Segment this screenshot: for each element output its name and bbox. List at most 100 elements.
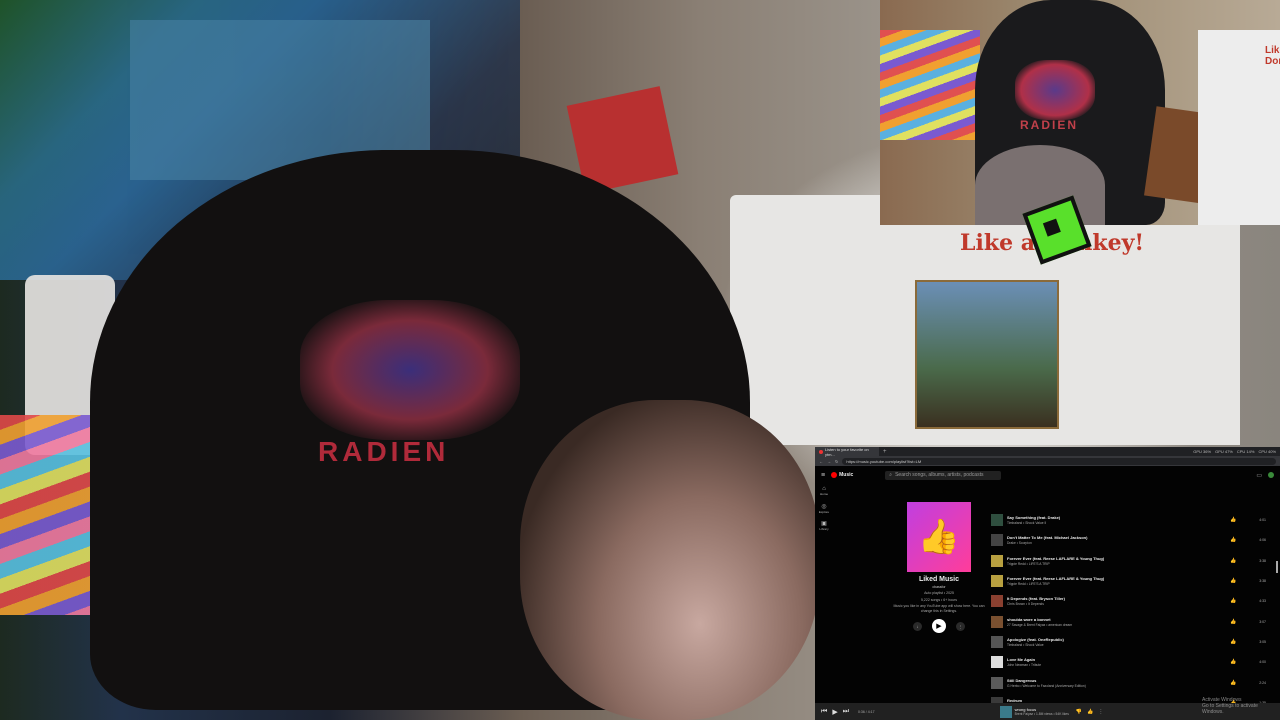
hoodie-logo <box>300 300 520 440</box>
like-icon[interactable]: 👍 <box>1230 517 1242 523</box>
ytm-header: ≡ Music ⌕ Search songs, albums, artists,… <box>815 466 1280 484</box>
sidebar-item-library[interactable]: ▣ Library <box>815 520 833 537</box>
search-placeholder: Search songs, albums, artists, podcasts <box>895 472 984 478</box>
sidebar-item-label: Home <box>819 492 828 496</box>
browser-window: Listen to your favorite on ytm... + GPU … <box>815 447 1280 720</box>
song-title[interactable]: It Depends (feat. Bryson Tiller) <box>1007 596 1226 601</box>
song-duration: 4:00 <box>1259 660 1266 665</box>
sidebar-item-home[interactable]: ⌂ Home <box>815 486 833 503</box>
previous-icon[interactable]: ⏮ <box>821 708 827 716</box>
more-icon[interactable]: ⋮ <box>956 621 965 631</box>
download-icon[interactable]: ↓ <box>913 621 922 631</box>
song-artist[interactable]: Timbaland • Shock Value II <box>1007 521 1226 525</box>
sidebar: ⌂ Home ◎ Explore ▣ Library <box>815 486 833 537</box>
song-duration: 4:33 <box>1259 599 1266 604</box>
song-row[interactable]: Say Something (feat. Drake) Timbaland • S… <box>991 510 1266 530</box>
address-bar: ← → ↻ https://music.youtube.com/playlist… <box>815 456 1280 466</box>
forward-icon[interactable]: → <box>827 459 831 464</box>
song-artist[interactable]: Trippie Redd • LIFE'S A TRIP <box>1007 562 1226 566</box>
song-duration: 3:07 <box>1259 619 1266 624</box>
song-list: Say Something (feat. Drake) Timbaland • S… <box>991 510 1266 720</box>
song-artist[interactable]: Chris Brown • It Depends <box>1007 602 1226 606</box>
like-icon[interactable]: 👍 <box>1230 639 1242 645</box>
like-icon[interactable]: 👍 <box>1230 680 1242 686</box>
song-artist[interactable]: Drake • Scorpion <box>1007 541 1226 545</box>
song-info: Still Dangerous G Herbo • Welcome to Fazo… <box>1007 678 1226 688</box>
playlist-actions: ↓ ▶ ⋮ <box>893 619 985 633</box>
like-icon[interactable]: 👍 <box>1230 659 1242 665</box>
song-title[interactable]: Love Me Again <box>1007 657 1226 662</box>
ytm-logo[interactable]: Music <box>831 472 853 478</box>
song-info: Say Something (feat. Drake) Timbaland • S… <box>1007 515 1226 525</box>
next-icon[interactable]: ⏭ <box>843 708 849 716</box>
song-artist[interactable]: Trippie Redd • LIFE'S A TRIP <box>1007 582 1226 586</box>
stat: CPU 40% <box>1258 449 1276 454</box>
browser-tab[interactable]: Listen to your favorite on ytm... <box>815 447 879 457</box>
search-icon: ⌕ <box>889 472 893 478</box>
song-title[interactable]: Still Dangerous <box>1007 678 1226 683</box>
sidebar-item-explore[interactable]: ◎ Explore <box>815 503 833 520</box>
song-info: Don't Matter To Me (feat. Michael Jackso… <box>1007 535 1226 545</box>
scrollbar[interactable] <box>1276 561 1278 573</box>
song-row[interactable]: It Depends (feat. Bryson Tiller) Chris Br… <box>991 591 1266 611</box>
song-row[interactable]: Forever Ever (feat. Reese LAFLARE & Youn… <box>991 571 1266 591</box>
play-button[interactable]: ▶ <box>932 619 946 633</box>
song-artist[interactable]: John Newman • Tribute <box>1007 663 1226 667</box>
new-tab-button[interactable]: + <box>883 449 887 455</box>
sidebar-item-label: Explore <box>818 510 830 514</box>
back-icon[interactable]: ← <box>819 459 823 464</box>
song-artist[interactable]: G Herbo • Welcome to Fazoland (Anniversa… <box>1007 684 1226 688</box>
search-input[interactable]: ⌕ Search songs, albums, artists, podcast… <box>885 470 1002 480</box>
play-pause-icon[interactable]: ▶ <box>832 708 837 716</box>
like-icon[interactable]: 👍 <box>1087 709 1093 715</box>
ytmusic-app: ≡ Music ⌕ Search songs, albums, artists,… <box>815 466 1280 720</box>
song-title[interactable]: Forever Ever (feat. Reese LAFLARE & Youn… <box>1007 576 1226 581</box>
song-thumb <box>991 676 1003 689</box>
dislike-icon[interactable]: 👎 <box>1076 709 1082 715</box>
stat: GPU 47% <box>1215 449 1233 454</box>
pip-logo <box>1015 60 1095 120</box>
like-icon[interactable]: 👍 <box>1230 537 1242 543</box>
song-info: shoulda wore a bonnet 27 Savage & Brent F… <box>1007 617 1226 627</box>
like-icon[interactable]: 👍 <box>1230 619 1242 625</box>
stat: CPU 14% <box>1236 449 1255 454</box>
song-artist[interactable]: Timbaland • Shock Value <box>1007 643 1226 647</box>
header-icons: ▭ <box>1256 471 1274 479</box>
url-field[interactable]: https://music.youtube.com/playlist?list=… <box>842 457 1276 465</box>
stat: GPU 36% <box>1193 449 1212 454</box>
song-title[interactable]: shoulda wore a bonnet <box>1007 617 1226 622</box>
like-icon[interactable]: 👍 <box>1230 578 1242 584</box>
song-title[interactable]: Say Something (feat. Drake) <box>1007 515 1226 520</box>
reload-icon[interactable]: ↻ <box>835 459 838 464</box>
sidebar-item-label: Library <box>819 527 829 531</box>
song-row[interactable]: Forever Ever (feat. Reese LAFLARE & Youn… <box>991 551 1266 571</box>
pip-camera: RADIEN Like Donkey <box>880 0 1280 225</box>
song-row[interactable]: Still Dangerous G Herbo • Welcome to Fazo… <box>991 672 1266 692</box>
song-title[interactable]: Don't Matter To Me (feat. Michael Jackso… <box>1007 535 1226 540</box>
song-thumb <box>991 615 1003 628</box>
menu-icon[interactable]: ≡ <box>821 472 825 479</box>
song-row[interactable]: Love Me Again John Newman • Tribute 👍 4:00 <box>991 652 1266 672</box>
avatar[interactable] <box>1268 471 1274 478</box>
song-title[interactable]: Forever Ever (feat. Reese LAFLARE & Youn… <box>1007 556 1226 561</box>
like-icon[interactable]: 👍 <box>1230 598 1242 604</box>
song-row[interactable]: Don't Matter To Me (feat. Michael Jackso… <box>991 530 1266 550</box>
playlist-owner[interactable]: cbassfor <box>893 585 985 589</box>
song-thumb <box>991 514 1003 527</box>
thumbs-up-icon: 👍 <box>917 518 961 556</box>
pip-shirt-text: Like Donkey <box>1265 45 1280 67</box>
song-thumb <box>991 595 1003 608</box>
like-icon[interactable]: 👍 <box>1230 558 1242 564</box>
song-row[interactable]: shoulda wore a bonnet 27 Savage & Brent F… <box>991 611 1266 631</box>
song-info: It Depends (feat. Bryson Tiller) Chris Br… <box>1007 596 1226 606</box>
player-time: 0:36 / 4:17 <box>858 709 875 714</box>
song-thumb <box>991 635 1003 648</box>
song-row[interactable]: Apologize (feat. OneRepublic) Timbaland •… <box>991 632 1266 652</box>
song-title[interactable]: Apologize (feat. OneRepublic) <box>1007 637 1226 642</box>
cast-icon[interactable]: ▭ <box>1256 472 1262 479</box>
pip-pegboard <box>880 30 980 140</box>
more-icon[interactable]: ⋮ <box>1098 709 1103 715</box>
song-artist[interactable]: 27 Savage & Brent Faiyaz • american drea… <box>1007 623 1226 627</box>
playlist-cover: 👍 <box>907 502 971 572</box>
shirt-art <box>915 280 1059 429</box>
